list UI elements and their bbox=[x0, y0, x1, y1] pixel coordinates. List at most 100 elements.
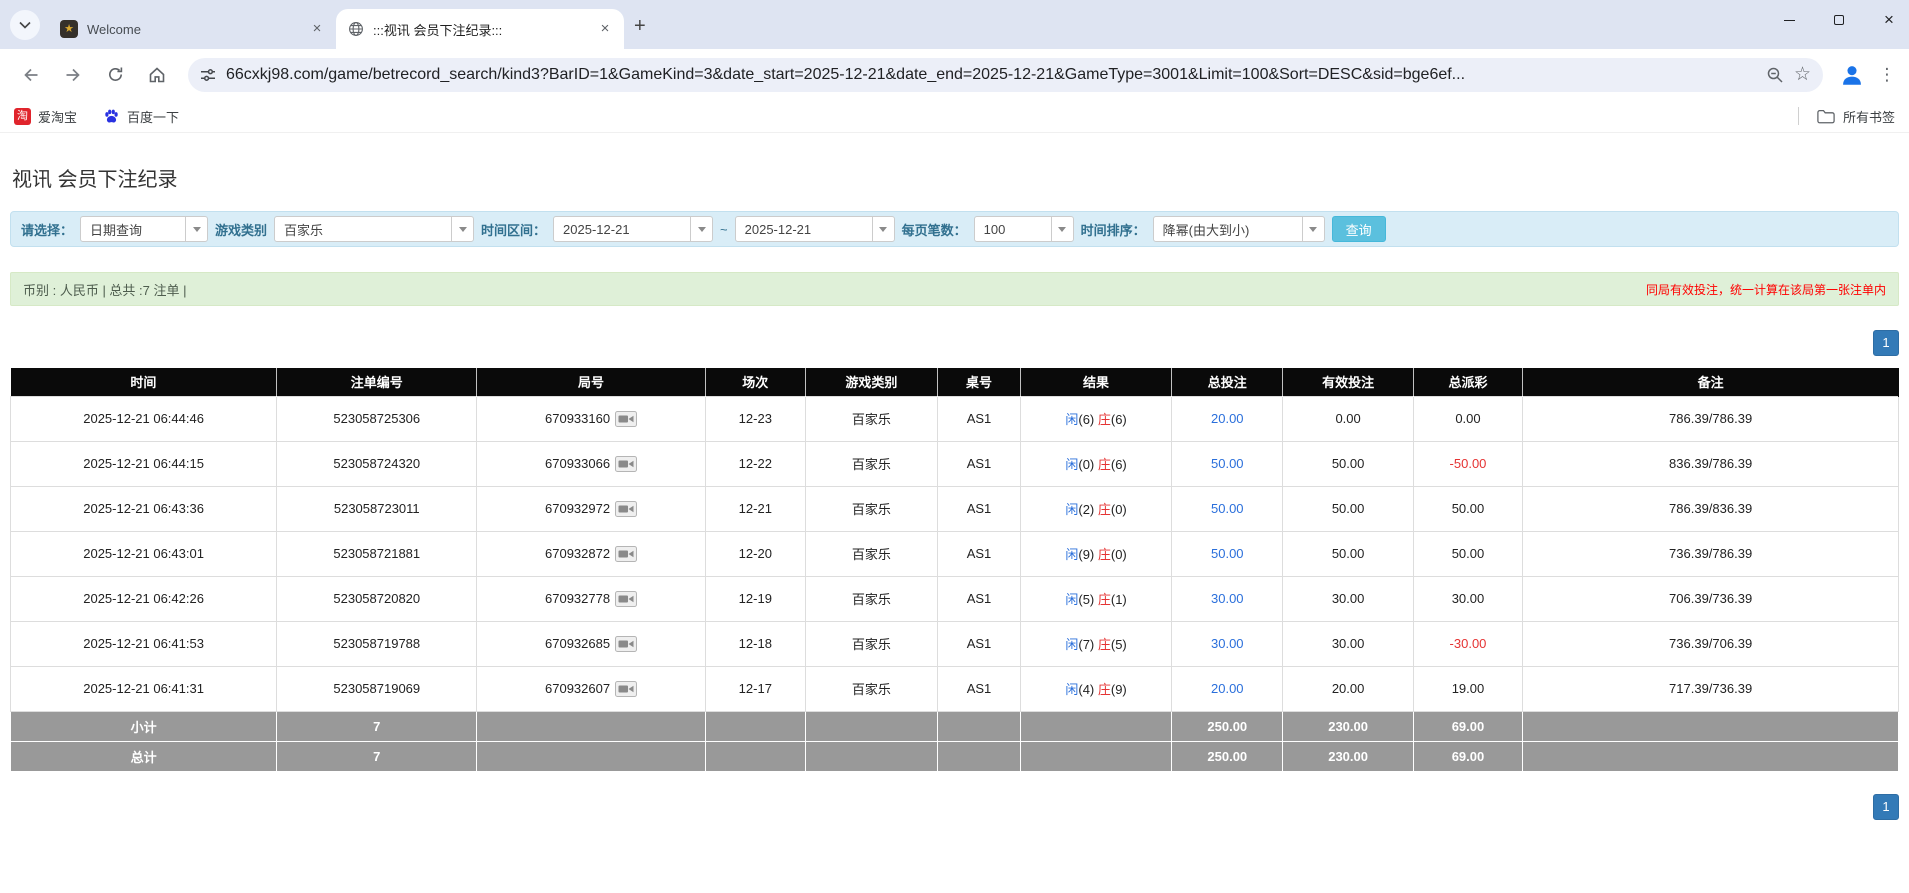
bookmark-taobao[interactable]: 淘 爱淘宝 bbox=[14, 107, 77, 126]
browser-toolbar: 66cxkj98.com/game/betrecord_search/kind3… bbox=[0, 49, 1909, 100]
cell-payout: 30.00 bbox=[1413, 576, 1523, 621]
cell-total-bet[interactable]: 50.00 bbox=[1172, 486, 1283, 531]
date-separator: ~ bbox=[720, 222, 728, 237]
video-replay-icon bbox=[615, 591, 637, 607]
cell-payout: 50.00 bbox=[1413, 486, 1523, 531]
cell-total-bet[interactable]: 20.00 bbox=[1172, 396, 1283, 441]
cell-game-kind: 百家乐 bbox=[805, 576, 937, 621]
tab-search-button[interactable] bbox=[10, 10, 40, 40]
cell-total-bet[interactable]: 30.00 bbox=[1172, 576, 1283, 621]
column-header: 局号 bbox=[477, 368, 705, 396]
cell-session: 12-17 bbox=[705, 666, 805, 711]
cell-bet-id: 523058720820 bbox=[277, 576, 477, 621]
cell-game-kind: 百家乐 bbox=[805, 441, 937, 486]
cell-round-id: 670932778 bbox=[477, 576, 705, 621]
date-start-select[interactable]: 2025-12-21 bbox=[553, 216, 713, 242]
cell-total-bet[interactable]: 50.00 bbox=[1172, 441, 1283, 486]
new-tab-button[interactable]: + bbox=[634, 16, 646, 36]
footer-count: 7 bbox=[277, 741, 477, 771]
page-1-button[interactable]: 1 bbox=[1873, 794, 1899, 820]
person-icon bbox=[1839, 62, 1865, 88]
url-text[interactable]: 66cxkj98.com/game/betrecord_search/kind3… bbox=[226, 66, 1756, 84]
back-button[interactable] bbox=[14, 58, 48, 92]
footer-count: 7 bbox=[277, 711, 477, 741]
cell-time: 2025-12-21 06:41:31 bbox=[11, 666, 277, 711]
forward-button[interactable] bbox=[56, 58, 90, 92]
cell-table-no: AS1 bbox=[937, 576, 1020, 621]
column-header: 场次 bbox=[705, 368, 805, 396]
cell-remark: 736.39/786.39 bbox=[1523, 531, 1899, 576]
tab-close-icon[interactable]: × bbox=[596, 20, 614, 38]
column-header: 有效投注 bbox=[1283, 368, 1413, 396]
bet-records-table: 时间注单编号局号场次游戏类别桌号结果总投注有效投注总派彩备注 2025-12-2… bbox=[10, 368, 1899, 772]
sort-select[interactable]: 降幂(由大到小) bbox=[1153, 216, 1325, 242]
browser-menu-button[interactable]: ⋮ bbox=[1875, 65, 1899, 85]
address-bar[interactable]: 66cxkj98.com/game/betrecord_search/kind3… bbox=[188, 58, 1823, 92]
game-kind-select[interactable]: 百家乐 bbox=[274, 216, 474, 242]
footer-payout: 69.00 bbox=[1413, 741, 1523, 771]
query-type-select[interactable]: 日期查询 bbox=[80, 216, 208, 242]
cell-total-bet[interactable]: 20.00 bbox=[1172, 666, 1283, 711]
zoom-page-icon[interactable] bbox=[1766, 66, 1784, 84]
bookmarks-bar: 淘 爱淘宝 百度一下 所有书签 bbox=[0, 100, 1909, 133]
search-button[interactable]: 查询 bbox=[1332, 216, 1386, 242]
pagination-top: 1 bbox=[10, 330, 1899, 356]
reload-button[interactable] bbox=[98, 58, 132, 92]
cell-result: 闲(0) 庄(6) bbox=[1021, 441, 1172, 486]
cell-table-no: AS1 bbox=[937, 621, 1020, 666]
cell-time: 2025-12-21 06:43:36 bbox=[11, 486, 277, 531]
video-replay-button[interactable] bbox=[615, 456, 637, 472]
profile-avatar[interactable] bbox=[1837, 60, 1867, 90]
cell-time: 2025-12-21 06:44:15 bbox=[11, 441, 277, 486]
video-replay-button[interactable] bbox=[615, 546, 637, 562]
footer-total-bet: 250.00 bbox=[1172, 741, 1283, 771]
chevron-down-icon bbox=[1302, 217, 1324, 241]
video-replay-button[interactable] bbox=[615, 636, 637, 652]
cell-session: 12-23 bbox=[705, 396, 805, 441]
table-row: 2025-12-21 06:44:46 523058725306 6709331… bbox=[11, 396, 1899, 441]
note-text: 同局有效投注，统一计算在该局第一张注单内 bbox=[1646, 281, 1886, 298]
column-header: 总投注 bbox=[1172, 368, 1283, 396]
bookmark-star-icon[interactable]: ☆ bbox=[1794, 63, 1811, 86]
all-bookmarks-button[interactable]: 所有书签 bbox=[1843, 107, 1895, 126]
cell-time: 2025-12-21 06:44:46 bbox=[11, 396, 277, 441]
video-replay-icon bbox=[615, 681, 637, 697]
video-replay-button[interactable] bbox=[615, 501, 637, 517]
cell-remark: 786.39/836.39 bbox=[1523, 486, 1899, 531]
site-info-icon[interactable] bbox=[200, 67, 216, 83]
cell-bet-id: 523058719788 bbox=[277, 621, 477, 666]
cell-valid-bet: 30.00 bbox=[1283, 621, 1413, 666]
taobao-icon: 淘 bbox=[14, 108, 31, 125]
tab-close-icon[interactable]: × bbox=[308, 20, 326, 38]
cell-round-id: 670932607 bbox=[477, 666, 705, 711]
tab-betrecord[interactable]: :::视讯 会员下注纪录::: × bbox=[336, 9, 624, 49]
window-maximize-button[interactable] bbox=[1829, 10, 1849, 30]
video-replay-button[interactable] bbox=[615, 681, 637, 697]
page-size-select[interactable]: 100 bbox=[974, 216, 1074, 242]
table-row: 2025-12-21 06:42:26 523058720820 6709327… bbox=[11, 576, 1899, 621]
cell-session: 12-20 bbox=[705, 531, 805, 576]
cell-valid-bet: 50.00 bbox=[1283, 486, 1413, 531]
cell-remark: 736.39/706.39 bbox=[1523, 621, 1899, 666]
cell-result: 闲(5) 庄(1) bbox=[1021, 576, 1172, 621]
window-close-button[interactable]: × bbox=[1879, 10, 1899, 30]
cell-payout: -50.00 bbox=[1413, 441, 1523, 486]
bookmark-label: 爱淘宝 bbox=[38, 107, 77, 126]
window-minimize-button[interactable] bbox=[1779, 10, 1799, 30]
video-replay-button[interactable] bbox=[615, 591, 637, 607]
date-end-select[interactable]: 2025-12-21 bbox=[735, 216, 895, 242]
sort-label: 时间排序： bbox=[1081, 220, 1146, 239]
browser-tab-strip: ★ Welcome × :::视讯 会员下注纪录::: × + × bbox=[0, 0, 1909, 49]
column-header: 时间 bbox=[11, 368, 277, 396]
tab-welcome[interactable]: ★ Welcome × bbox=[48, 9, 336, 49]
cell-game-kind: 百家乐 bbox=[805, 621, 937, 666]
currency-summary-text: 币别 : 人民币 | 总共 :7 注单 | bbox=[23, 280, 187, 299]
column-header: 结果 bbox=[1021, 368, 1172, 396]
cell-total-bet[interactable]: 30.00 bbox=[1172, 621, 1283, 666]
bookmark-baidu[interactable]: 百度一下 bbox=[103, 107, 179, 126]
home-button[interactable] bbox=[140, 58, 174, 92]
cell-total-bet[interactable]: 50.00 bbox=[1172, 531, 1283, 576]
page-1-button[interactable]: 1 bbox=[1873, 330, 1899, 356]
cell-valid-bet: 20.00 bbox=[1283, 666, 1413, 711]
video-replay-button[interactable] bbox=[615, 411, 637, 427]
